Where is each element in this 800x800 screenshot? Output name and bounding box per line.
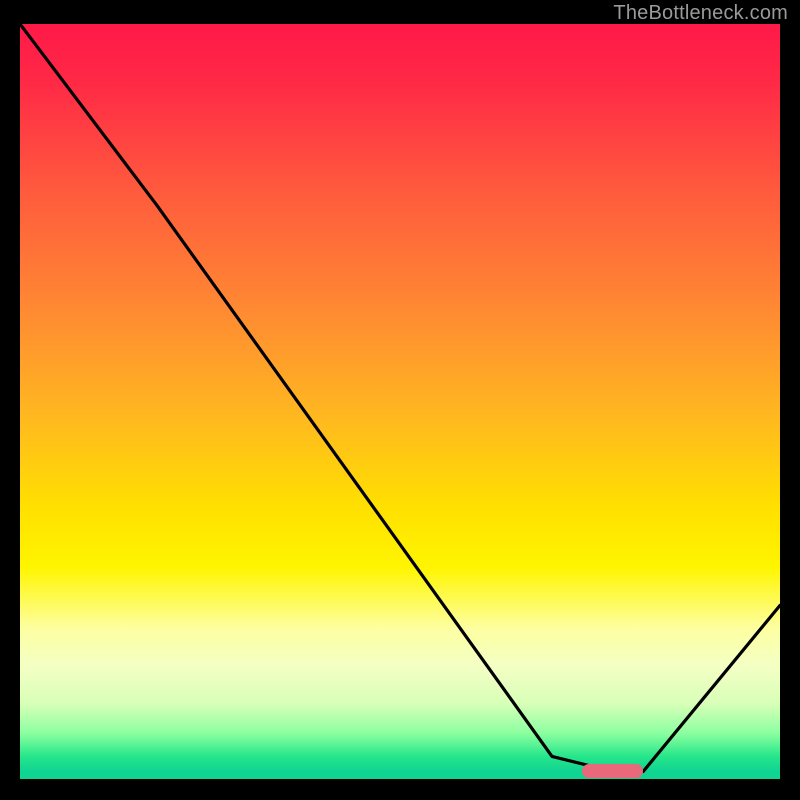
optimal-range-marker [582,764,643,778]
plot-area [20,24,780,779]
bottleneck-curve [20,24,780,779]
chart-frame [10,24,790,792]
watermark-text: TheBottleneck.com [613,2,788,25]
